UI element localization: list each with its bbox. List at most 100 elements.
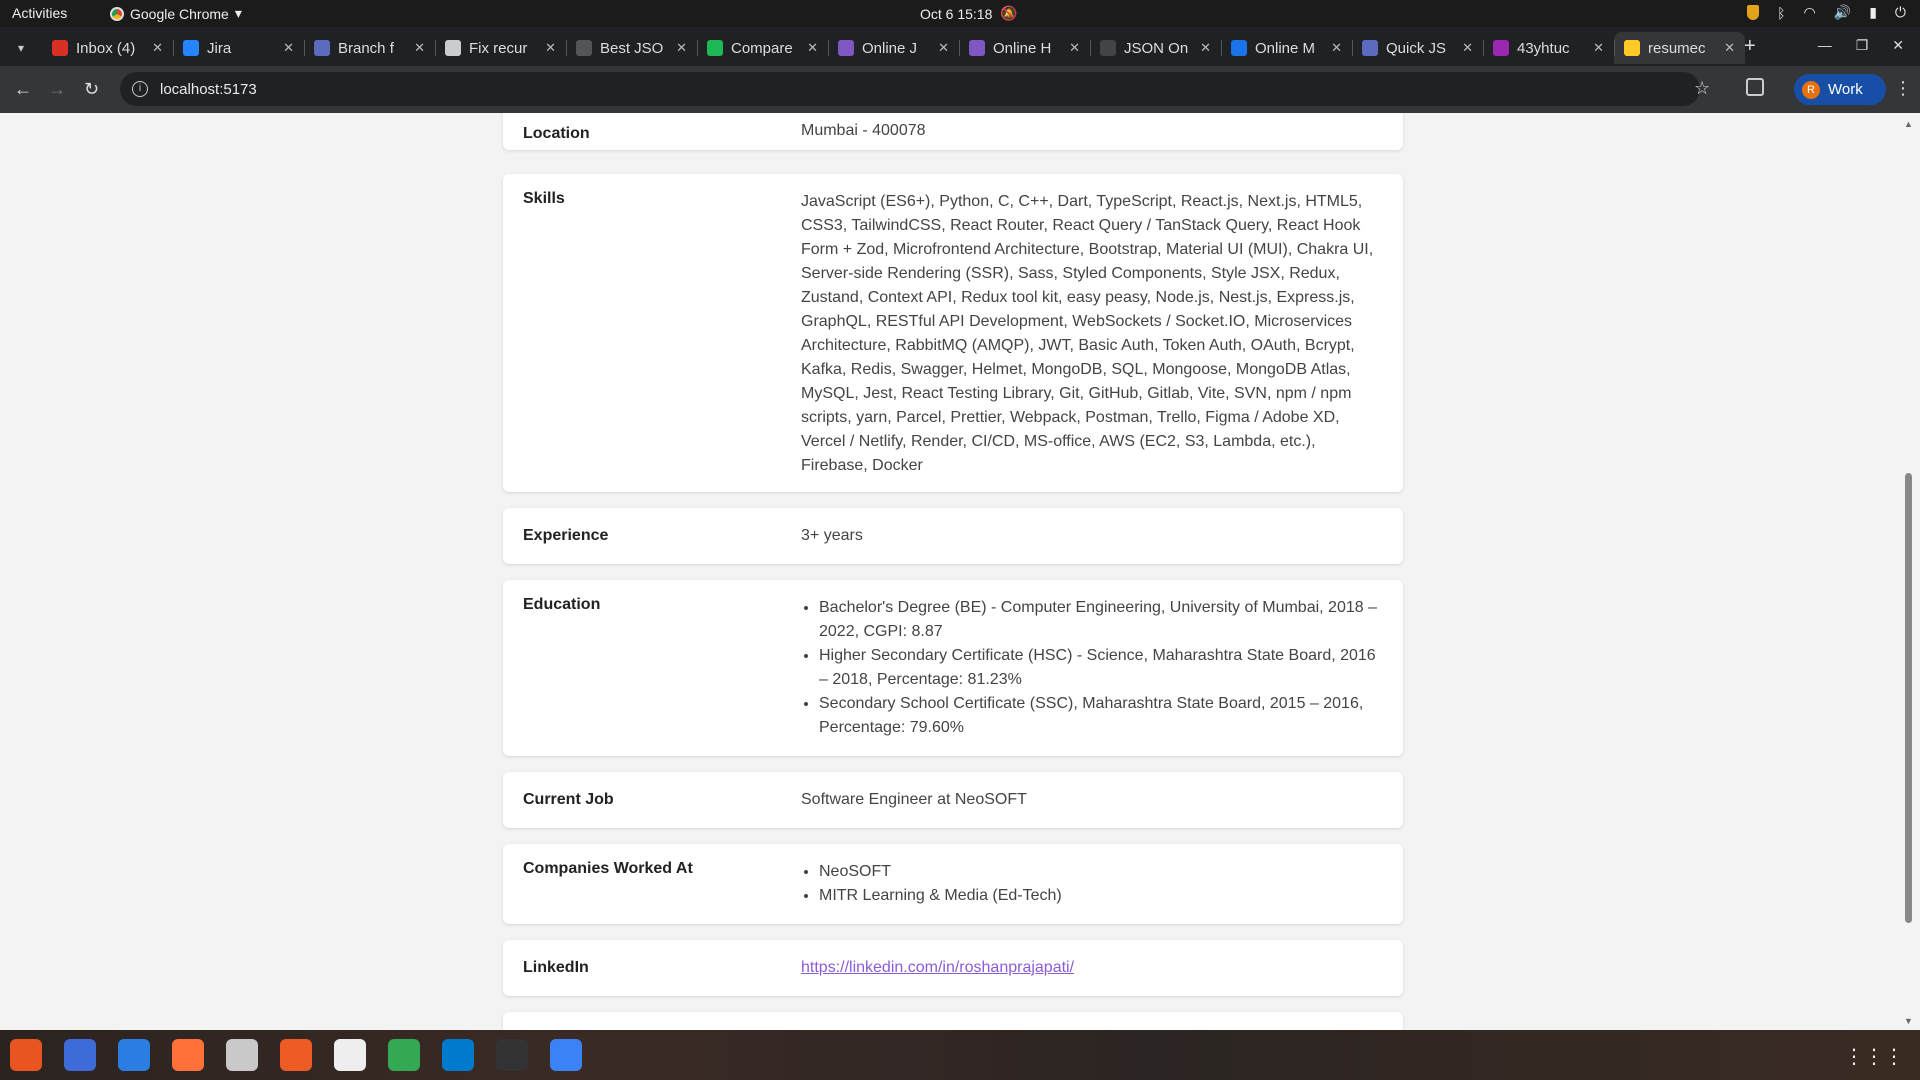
tab-11[interactable]: 43yhtuc ✕ (1483, 32, 1614, 64)
tab-8[interactable]: JSON On ✕ (1090, 32, 1221, 64)
jsonformatter-icon (576, 40, 592, 56)
tab-search-icon[interactable]: ▾ (10, 37, 32, 59)
experience-label: Experience (523, 527, 609, 544)
volume-icon[interactable]: 🔊 (1834, 4, 1851, 21)
tab-title: Online J (862, 39, 918, 57)
app-center-icon[interactable] (10, 1039, 42, 1071)
caret-down-icon: ▾ (234, 5, 242, 21)
scroll-up-icon[interactable]: ▲ (1904, 119, 1913, 129)
current-job-row: Current Job Software Engineer at NeoSOFT (503, 772, 1403, 828)
firefox-icon[interactable] (172, 1039, 204, 1071)
tab-close-icon[interactable]: ✕ (1331, 40, 1342, 56)
activities-button[interactable]: Activities (12, 5, 67, 21)
current-job-label: Current Job (523, 791, 614, 808)
files-icon[interactable] (226, 1039, 258, 1071)
forward-icon[interactable]: → (48, 79, 66, 100)
back-icon[interactable]: ← (14, 79, 32, 100)
tab-close-icon[interactable]: ✕ (676, 40, 687, 56)
linkedin-row: LinkedIn https://linkedin.com/in/roshanp… (503, 940, 1403, 996)
code-icon (1493, 40, 1509, 56)
tab-close-icon[interactable]: ✕ (545, 40, 556, 56)
shield-icon[interactable] (1747, 5, 1760, 20)
dock: ⋮⋮⋮ (0, 1030, 1920, 1080)
skills-label: Skills (523, 190, 565, 207)
scroll-down-icon[interactable]: ▼ (1904, 1016, 1913, 1026)
tab-2[interactable]: Branch f ✕ (304, 32, 435, 64)
tab-close-icon[interactable]: ✕ (1724, 40, 1735, 56)
postman-icon[interactable] (280, 1039, 312, 1071)
reload-icon[interactable]: ↻ (84, 79, 99, 100)
location-row: Location Mumbai - 400078 (503, 113, 1403, 150)
tab-title: Jira (207, 39, 232, 57)
next-row (503, 1012, 1403, 1030)
tab-title: Best JSO (600, 39, 664, 57)
terminal-icon[interactable] (496, 1039, 528, 1071)
tab-close-icon[interactable]: ✕ (152, 40, 163, 56)
companies-value: NeoSOFTMITR Learning & Media (Ed-Tech) (801, 860, 1383, 924)
companies-list: NeoSOFTMITR Learning & Media (Ed-Tech) (801, 860, 1383, 908)
maximize-icon[interactable]: ❐ (1856, 37, 1869, 54)
tab-0[interactable]: Inbox (4) ✕ (42, 32, 173, 64)
extensions-icon[interactable] (1746, 78, 1764, 96)
power-icon[interactable]: ⏻ (1895, 4, 1906, 21)
education-item: Bachelor's Degree (BE) - Computer Engine… (819, 596, 1383, 644)
tab-close-icon[interactable]: ✕ (1200, 40, 1211, 56)
tab-1[interactable]: Jira ✕ (173, 32, 304, 64)
tab-close-icon[interactable]: ✕ (1069, 40, 1080, 56)
chrome-icon (110, 6, 124, 21)
address-bar[interactable]: i localhost:5173 (120, 72, 1700, 106)
text-editor-icon[interactable] (550, 1039, 582, 1071)
vscode-icon[interactable] (442, 1039, 474, 1071)
system-tray[interactable]: ᛒ ◠ 🔊 ▮ ⏻ (1747, 4, 1906, 21)
education-value: Bachelor's Degree (BE) - Computer Engine… (801, 596, 1383, 756)
app-menu[interactable]: Google Chrome ▾ (110, 5, 242, 22)
page-content: Location Mumbai - 400078 Skills JavaScri… (9, 113, 1897, 1030)
battery-icon[interactable]: ▮ (1869, 4, 1877, 21)
brave-icon[interactable] (64, 1039, 96, 1071)
education-item: Higher Secondary Certificate (HSC) - Sci… (819, 644, 1383, 692)
bluetooth-icon[interactable]: ᛒ (1777, 5, 1785, 21)
tab-4[interactable]: Best JSO ✕ (566, 32, 697, 64)
datetime-label: Oct 6 15:18 (920, 5, 993, 22)
new-tab-button[interactable]: + (1744, 35, 1756, 58)
tab-7[interactable]: Online H ✕ (959, 32, 1090, 64)
tab-10[interactable]: Quick JS ✕ (1352, 32, 1483, 64)
profile-button[interactable]: R Work (1794, 74, 1886, 105)
ublock-icon[interactable] (334, 1039, 366, 1071)
tab-5[interactable]: Compare ✕ (697, 32, 828, 64)
tab-close-icon[interactable]: ✕ (1593, 40, 1604, 56)
tab-title: resumec (1648, 39, 1706, 57)
clock[interactable]: Oct 6 15:18 🔕 (920, 5, 1018, 22)
avatar: R (1802, 80, 1820, 99)
tab-close-icon[interactable]: ✕ (283, 40, 294, 56)
location-label: Location (523, 125, 590, 142)
tab-3[interactable]: Fix recur ✕ (435, 32, 566, 64)
tab-title: Fix recur (469, 39, 528, 57)
tab-close-icon[interactable]: ✕ (1462, 40, 1473, 56)
page-scrollbar[interactable]: ▲ ▼ (1897, 113, 1920, 1030)
tab-close-icon[interactable]: ✕ (938, 40, 949, 56)
minimize-icon[interactable]: — (1818, 37, 1832, 54)
close-window-icon[interactable]: ✕ (1892, 37, 1904, 54)
chrome-icon[interactable] (388, 1039, 420, 1071)
bookmark-star-icon[interactable]: ☆ (1694, 78, 1710, 99)
online-m-icon (1231, 40, 1247, 56)
tab-close-icon[interactable]: ✕ (807, 40, 818, 56)
quicktype-icon (1362, 40, 1378, 56)
tab-6[interactable]: Online J ✕ (828, 32, 959, 64)
wifi-icon[interactable]: ◠ (1804, 4, 1816, 21)
site-info-icon[interactable]: i (132, 81, 148, 97)
tab-9[interactable]: Online M ✕ (1221, 32, 1352, 64)
show-apps-icon[interactable]: ⋮⋮⋮ (1844, 1044, 1904, 1069)
notifications-muted-icon: 🔕 (1000, 5, 1018, 21)
scrollbar-thumb[interactable] (1905, 473, 1912, 923)
gmail-icon (52, 40, 68, 56)
tab-close-icon[interactable]: ✕ (414, 40, 425, 56)
thunderbird-icon[interactable] (118, 1039, 150, 1071)
skills-row: Skills JavaScript (ES6+), Python, C, C++… (503, 174, 1403, 492)
tab-12[interactable]: resumec ✕ (1614, 32, 1745, 64)
linkedin-link[interactable]: https://linkedin.com/in/roshanprajapati/ (801, 959, 1074, 976)
tab-title: Online H (993, 39, 1052, 57)
tab-list: Inbox (4) ✕ Jira ✕ Branch f ✕ Fix recur ✕ Best J… (42, 32, 1745, 64)
chrome-menu-icon[interactable]: ⋮ (1894, 78, 1912, 99)
